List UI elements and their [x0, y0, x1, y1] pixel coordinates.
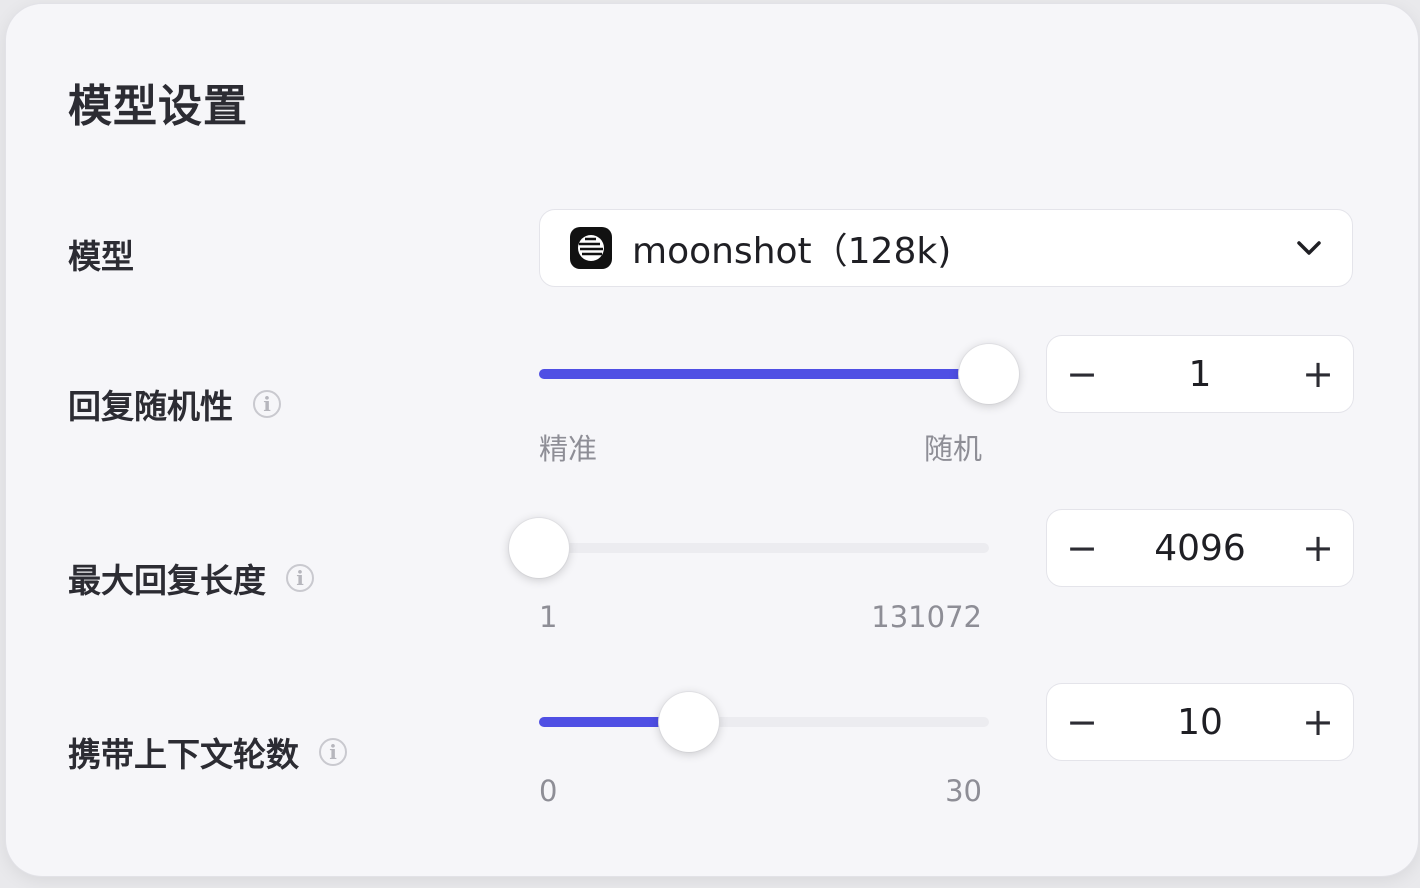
max-length-info-icon[interactable]: i [286, 564, 314, 592]
max-length-decrement-button[interactable]: − [1047, 509, 1117, 587]
randomness-value-input[interactable]: 1 [1117, 354, 1283, 395]
randomness-slider[interactable] [539, 344, 1019, 404]
randomness-label: 回复随机性 i [68, 380, 281, 428]
context-rounds-max-label: 30 [945, 774, 982, 808]
randomness-min-label: 精准 [539, 432, 598, 466]
context-rounds-label: 携带上下文轮数 i [68, 728, 347, 776]
context-rounds-slider[interactable] [539, 692, 989, 752]
moonshot-logo-icon [570, 227, 612, 269]
randomness-slider-thumb[interactable] [959, 344, 1019, 404]
randomness-info-icon[interactable]: i [253, 390, 281, 418]
model-select-value: moonshot（128k) [632, 231, 952, 272]
max-length-stepper: − 4096 + [1046, 509, 1354, 587]
randomness-stepper: − 1 + [1046, 335, 1354, 413]
model-label: 模型 [68, 230, 134, 278]
context-rounds-label-text: 携带上下文轮数 [68, 735, 299, 774]
max-length-max-label: 131072 [871, 600, 982, 634]
randomness-decrement-button[interactable]: − [1047, 335, 1117, 413]
randomness-label-text: 回复随机性 [68, 387, 233, 426]
randomness-max-label: 随机 [923, 432, 982, 466]
max-length-slider-track [539, 543, 989, 553]
page-title: 模型设置 [68, 81, 248, 132]
max-length-label: 最大回复长度 i [68, 554, 314, 602]
max-length-slider[interactable] [509, 518, 989, 578]
model-settings-panel: 模型设置 模型 moonshot（128k) 回复随机性 i 精准 随机 − 1… [6, 4, 1418, 876]
max-length-label-text: 最大回复长度 [68, 561, 266, 600]
context-rounds-decrement-button[interactable]: − [1047, 683, 1117, 761]
model-label-text: 模型 [68, 237, 134, 276]
context-rounds-min-label: 0 [539, 774, 558, 808]
max-length-min-label: 1 [539, 600, 558, 634]
randomness-increment-button[interactable]: + [1283, 335, 1353, 413]
context-rounds-slider-thumb[interactable] [658, 692, 719, 752]
max-length-increment-button[interactable]: + [1283, 509, 1353, 587]
context-rounds-info-icon[interactable]: i [319, 738, 347, 766]
context-rounds-increment-button[interactable]: + [1283, 683, 1353, 761]
context-rounds-value-input[interactable]: 10 [1117, 702, 1283, 743]
max-length-value-input[interactable]: 4096 [1117, 528, 1283, 569]
context-rounds-stepper: − 10 + [1046, 683, 1354, 761]
chevron-down-icon[interactable] [1294, 233, 1324, 263]
model-select[interactable]: moonshot（128k) [539, 209, 1353, 287]
randomness-slider-fill [539, 369, 989, 379]
max-length-slider-thumb[interactable] [509, 518, 569, 578]
